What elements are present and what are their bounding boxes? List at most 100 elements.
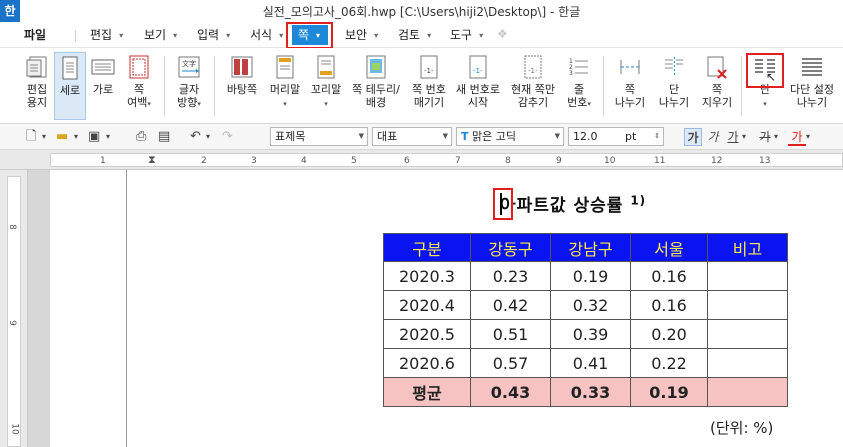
table-cell[interactable]: 0.16 bbox=[630, 261, 708, 291]
menu-page[interactable]: 쪽 ▾ bbox=[292, 25, 328, 45]
table-cell[interactable]: 0.23 bbox=[470, 261, 551, 291]
ribbon-separator bbox=[214, 56, 215, 116]
ribbon-margin-button[interactable]: 쪽 여백▾ bbox=[122, 52, 156, 120]
ribbon-page-delete-button[interactable]: 쪽 지우기 bbox=[698, 52, 736, 120]
unit-note[interactable]: (단위: %) bbox=[710, 417, 773, 438]
data-table[interactable]: 구분 강동구 강남구 서울 비고 2020.3 0.23 0.19 0.16 2… bbox=[383, 233, 788, 407]
menu-edit[interactable]: 편집 ▾ bbox=[84, 25, 129, 45]
table-cell[interactable] bbox=[707, 319, 788, 349]
table-cell[interactable]: 2020.5 bbox=[383, 319, 471, 349]
table-cell[interactable]: 2020.4 bbox=[383, 290, 471, 320]
table-row: 2020.3 0.23 0.19 0.16 bbox=[383, 261, 788, 291]
table-cell[interactable]: 0.16 bbox=[630, 290, 708, 320]
table-cell[interactable]: 2020.6 bbox=[383, 348, 471, 378]
table-cell[interactable]: 0.19 bbox=[550, 261, 631, 291]
open-folder-icon[interactable]: ▬ bbox=[56, 128, 68, 146]
ribbon-footer-button[interactable]: 꼬리말 ▾ bbox=[307, 52, 345, 120]
underline-dropdown-icon[interactable]: ▾ bbox=[742, 128, 746, 146]
multi-column-icon bbox=[802, 58, 822, 76]
bold-button[interactable]: 가 bbox=[684, 128, 702, 146]
save-icon[interactable]: ▣ bbox=[88, 128, 100, 146]
table-cell[interactable]: 0.41 bbox=[550, 348, 631, 378]
table-header-cell[interactable]: 구분 bbox=[383, 233, 471, 262]
ribbon-label: 쪽 bbox=[133, 83, 145, 96]
menu-view[interactable]: 보기 ▾ bbox=[138, 25, 183, 45]
font-select[interactable]: T 맑은 고딕 ▼ bbox=[456, 127, 564, 146]
table-header-cell[interactable]: 강남구 bbox=[550, 233, 631, 262]
table-cell[interactable]: 0.39 bbox=[550, 319, 631, 349]
table-cell[interactable]: 0.19 bbox=[630, 377, 708, 407]
ribbon-page-border-button[interactable]: 쪽 테두리/배경 bbox=[348, 52, 404, 120]
ribbon-page-number-button[interactable]: -1- 쪽 번호 매기기 bbox=[408, 52, 450, 120]
ribbon-label: 쪽 bbox=[711, 83, 723, 96]
horizontal-ruler[interactable]: 1 2 3 4 5 6 7 8 9 10 11 12 13 ⧗ bbox=[28, 150, 843, 170]
table-cell[interactable]: 0.42 bbox=[470, 290, 551, 320]
font-color-dropdown-icon[interactable]: ▾ bbox=[806, 128, 810, 146]
ribbon-line-number-button[interactable]: 123 줄 번호▾ bbox=[562, 52, 596, 120]
table-cell[interactable] bbox=[707, 290, 788, 320]
ribbon-column-break-button[interactable]: 단 나누기 bbox=[654, 52, 694, 120]
ribbon-label: 시작 bbox=[467, 96, 489, 109]
table-cell[interactable]: 0.32 bbox=[550, 290, 631, 320]
table-header-cell[interactable]: 비고 bbox=[707, 233, 788, 262]
table-header-cell[interactable]: 서울 bbox=[630, 233, 708, 262]
table-cell[interactable]: 2020.3 bbox=[383, 261, 471, 291]
document-title[interactable]: 아파트값 상승률 1) bbox=[500, 191, 646, 216]
ribbon-hide-button[interactable]: -1- 현재 쪽만 감추기 bbox=[506, 52, 560, 120]
save-dropdown-icon[interactable]: ▾ bbox=[106, 128, 110, 146]
ribbon-label: 쪽 테두리/ bbox=[352, 83, 400, 96]
ribbon-page-break-button[interactable]: 쪽 나누기 bbox=[610, 52, 650, 120]
menu-insert[interactable]: 입력 ▾ bbox=[191, 25, 236, 45]
ribbon-multi-column-button[interactable]: 다단 설정 나누기 bbox=[786, 52, 838, 120]
vertical-ruler[interactable]: 8 9 10 bbox=[0, 170, 28, 447]
menu-tools[interactable]: 도구 ▾ bbox=[444, 25, 489, 45]
font-size-input[interactable]: 12.0 pt ⇕ bbox=[568, 127, 664, 146]
table-cell[interactable]: 0.57 bbox=[470, 348, 551, 378]
table-cell[interactable]: 0.20 bbox=[630, 319, 708, 349]
ribbon-label: 나누기 bbox=[796, 96, 828, 109]
menu-format[interactable]: 서식 ▾ bbox=[244, 25, 289, 45]
strike-dropdown-icon[interactable]: ▾ bbox=[774, 128, 778, 146]
font-color-button[interactable]: 가 bbox=[788, 128, 806, 146]
new-document-dropdown-icon[interactable]: ▾ bbox=[42, 128, 46, 146]
ribbon-portrait-button[interactable]: 세로 bbox=[54, 52, 86, 120]
indent-marker-icon[interactable]: ⧗ bbox=[148, 153, 156, 167]
ribbon-landscape-button[interactable]: 가로 bbox=[88, 52, 118, 120]
table-cell[interactable]: 0.43 bbox=[470, 377, 551, 407]
table-cell[interactable] bbox=[707, 348, 788, 378]
redo-icon[interactable]: ↷ bbox=[222, 128, 233, 146]
undo-dropdown-icon[interactable]: ▾ bbox=[206, 128, 210, 146]
strikethrough-button[interactable]: 가 bbox=[756, 128, 774, 146]
ribbon-pin-icon[interactable]: ❖ bbox=[497, 27, 511, 41]
ribbon-columns-button[interactable]: 단 ▾ bbox=[748, 52, 782, 120]
table-header-cell[interactable]: 강동구 bbox=[470, 233, 551, 262]
menu-review[interactable]: 검토 ▾ bbox=[392, 25, 437, 45]
language-select[interactable]: 대표 ▼ bbox=[372, 127, 452, 146]
hide-icon: -1- bbox=[524, 55, 542, 79]
table-cell[interactable]: 평균 bbox=[383, 377, 471, 407]
page-number-icon: -1- bbox=[420, 55, 438, 79]
ribbon-text-direction-button[interactable]: 文字 글자 방향▾ bbox=[172, 52, 206, 120]
ribbon-page-setup-button[interactable]: 편집 용지 bbox=[18, 52, 56, 120]
ribbon-header-button[interactable]: 머리말 ▾ bbox=[266, 52, 304, 120]
menu-file[interactable]: 파일 bbox=[18, 25, 52, 45]
new-document-icon[interactable]: 🗋 bbox=[26, 128, 36, 146]
style-select[interactable]: 표제목 ▼ bbox=[270, 127, 368, 146]
print-icon[interactable]: ⎙ bbox=[136, 128, 146, 146]
ribbon: 편집 용지 세로 가로 쪽 여백▾ 文字 글자 방향▾ 바탕쪽 머리말 ▾ 꼬리말 ▾ 쪽… bbox=[0, 48, 843, 124]
table-cell[interactable] bbox=[707, 377, 788, 407]
undo-icon[interactable]: ↶ bbox=[190, 128, 201, 146]
footnote-marker[interactable]: 1) bbox=[630, 193, 646, 207]
table-cell[interactable]: 0.51 bbox=[470, 319, 551, 349]
preview-icon[interactable]: ▤ bbox=[158, 128, 170, 146]
table-cell[interactable]: 0.33 bbox=[550, 377, 631, 407]
underline-button[interactable]: 가 bbox=[724, 128, 742, 146]
ribbon-label: 번호 bbox=[567, 96, 588, 109]
table-cell[interactable]: 0.22 bbox=[630, 348, 708, 378]
italic-button[interactable]: 가 bbox=[704, 128, 722, 146]
open-dropdown-icon[interactable]: ▾ bbox=[74, 128, 78, 146]
table-cell[interactable] bbox=[707, 261, 788, 291]
menu-security[interactable]: 보안 ▾ bbox=[339, 25, 384, 45]
ribbon-new-number-button[interactable]: -1- 새 번호로 시작 bbox=[454, 52, 502, 120]
ribbon-master-page-button[interactable]: 바탕쪽 bbox=[222, 52, 262, 120]
